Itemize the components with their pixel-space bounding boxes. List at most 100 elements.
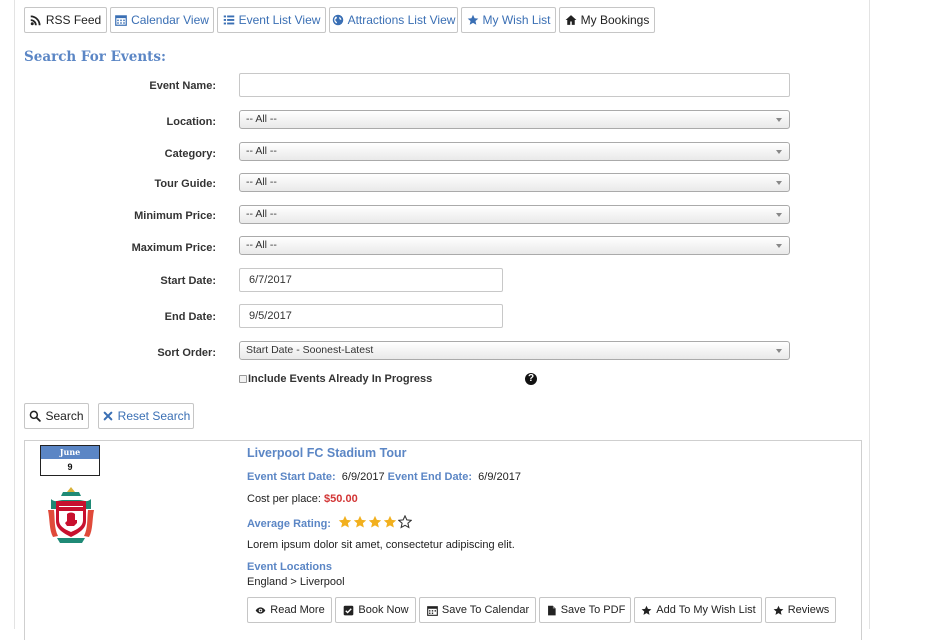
save-to-calendar-label: Save To Calendar [441, 604, 530, 616]
event-name-input[interactable] [239, 73, 790, 97]
rss-feed-label: RSS Feed [45, 13, 102, 27]
minimum-price-select[interactable]: -- All -- [239, 205, 790, 224]
attractions-list-view-button[interactable]: Attractions List View [329, 7, 458, 33]
event-end-value: 6/9/2017 [478, 471, 521, 483]
cost-label: Cost per place: [247, 493, 321, 505]
rss-icon [30, 14, 42, 27]
category-select[interactable]: -- All -- [239, 142, 790, 161]
location-label: Location: [166, 116, 217, 128]
liverpool-fc-crest-icon [45, 484, 97, 546]
end-date-input[interactable] [239, 304, 503, 328]
tour-guide-select[interactable]: -- All -- [239, 173, 790, 192]
search-icon [29, 410, 42, 423]
read-more-label: Read More [270, 604, 325, 616]
category-label: Category: [164, 148, 216, 160]
cost-value: $50.00 [324, 493, 358, 505]
star-icon [467, 14, 479, 27]
star-empty-icon [398, 515, 413, 529]
maximum-price-select[interactable]: -- All -- [239, 236, 790, 255]
calendar-view-button[interactable]: Calendar View [110, 7, 214, 33]
sort-order-select-value: Start Date - Soonest-Latest [246, 344, 374, 356]
start-date-input[interactable] [239, 268, 503, 292]
star-filled-icon [353, 515, 367, 528]
cost-line: Cost per place: $50.00 [247, 493, 358, 505]
maximum-price-select-value: -- All -- [246, 239, 277, 251]
save-to-calendar-button[interactable]: Save To Calendar [419, 597, 536, 623]
rating-label: Average Rating: [247, 518, 331, 530]
maximum-price-label: Maximum Price: [131, 242, 216, 254]
event-dates-line: Event Start Date: 6/9/2017 Event End Dat… [247, 471, 521, 483]
event-list-view-button[interactable]: Event List View [217, 7, 326, 33]
sort-order-select[interactable]: Start Date - Soonest-Latest [239, 341, 790, 360]
close-icon [102, 410, 114, 423]
category-select-value: -- All -- [246, 145, 277, 157]
star-filled-icon [338, 515, 352, 528]
chevron-down-icon [776, 213, 782, 217]
event-date-day: 9 [67, 462, 73, 472]
chevron-down-icon [776, 181, 782, 185]
location-select-value: -- All -- [246, 113, 277, 125]
rating-stars [338, 515, 413, 529]
chevron-down-icon [776, 244, 782, 248]
chevron-down-icon [776, 118, 782, 122]
my-wish-list-label: My Wish List [482, 13, 551, 27]
tour-guide-label: Tour Guide: [154, 178, 216, 190]
list-icon [223, 14, 235, 27]
event-title-link[interactable]: Liverpool FC Stadium Tour [247, 446, 407, 460]
in-progress-label: Include Events Already In Progress [248, 373, 433, 385]
event-list-view-label: Event List View [238, 13, 321, 27]
help-icon[interactable]: ? [525, 373, 537, 385]
calendar-icon [426, 604, 439, 617]
add-to-wish-list-button[interactable]: Add To My Wish List [634, 597, 762, 623]
event-description: Lorem ipsum dolor sit amet, consectetur … [247, 539, 515, 551]
minimum-price-label: Minimum Price: [134, 210, 216, 222]
event-end-label: Event End Date: [387, 471, 473, 483]
event-date-month: June [41, 446, 99, 459]
book-now-label: Book Now [358, 604, 409, 616]
star-filled-icon [368, 515, 382, 528]
chevron-down-icon [776, 349, 782, 353]
home-icon [565, 14, 577, 27]
my-wish-list-button[interactable]: My Wish List [461, 7, 556, 33]
event-date-badge: June 9 [40, 445, 100, 476]
location-select[interactable]: -- All -- [239, 110, 790, 129]
save-to-pdf-button[interactable]: Save To PDF [539, 597, 631, 623]
attractions-list-view-label: Attractions List View [347, 13, 456, 27]
tour-guide-select-value: -- All -- [246, 176, 277, 188]
add-to-wish-list-label: Add To My Wish List [656, 604, 756, 616]
file-icon [545, 604, 558, 617]
event-locations-value: England > Liverpool [247, 576, 345, 588]
eye-icon [254, 604, 267, 617]
in-progress-checkbox[interactable] [239, 375, 247, 383]
rss-feed-button[interactable]: RSS Feed [24, 7, 107, 33]
star-filled-icon [383, 515, 397, 528]
read-more-button[interactable]: Read More [247, 597, 332, 623]
calendar-view-label: Calendar View [131, 13, 209, 27]
content-frame-left-border [14, 0, 15, 629]
reset-search-button[interactable]: Reset Search [98, 403, 194, 429]
search-section-title: Search For Events: [24, 49, 166, 65]
event-start-value: 6/9/2017 [341, 471, 385, 483]
reset-search-label: Reset Search [117, 409, 191, 423]
rating-line: Average Rating: [247, 515, 413, 530]
save-to-pdf-label: Save To PDF [560, 604, 626, 616]
chevron-down-icon [776, 150, 782, 154]
checkbox-checked-icon [342, 604, 355, 617]
my-bookings-button[interactable]: My Bookings [559, 7, 655, 33]
star-icon [772, 604, 785, 617]
reviews-button[interactable]: Reviews [765, 597, 836, 623]
in-progress-option: Include Events Already In Progress [239, 373, 432, 385]
star-icon [640, 604, 653, 617]
calendar-icon [115, 14, 127, 27]
event-locations-label: Event Locations [247, 561, 332, 573]
reviews-label: Reviews [787, 604, 830, 616]
my-bookings-label: My Bookings [580, 13, 650, 27]
globe-icon [332, 14, 344, 27]
sort-order-label: Sort Order: [157, 347, 216, 359]
event-name-label: Event Name: [149, 80, 216, 92]
event-start-label: Event Start Date: [247, 471, 336, 483]
minimum-price-select-value: -- All -- [246, 208, 277, 220]
search-button[interactable]: Search [24, 403, 89, 429]
search-button-label: Search [45, 409, 84, 423]
book-now-button[interactable]: Book Now [335, 597, 416, 623]
